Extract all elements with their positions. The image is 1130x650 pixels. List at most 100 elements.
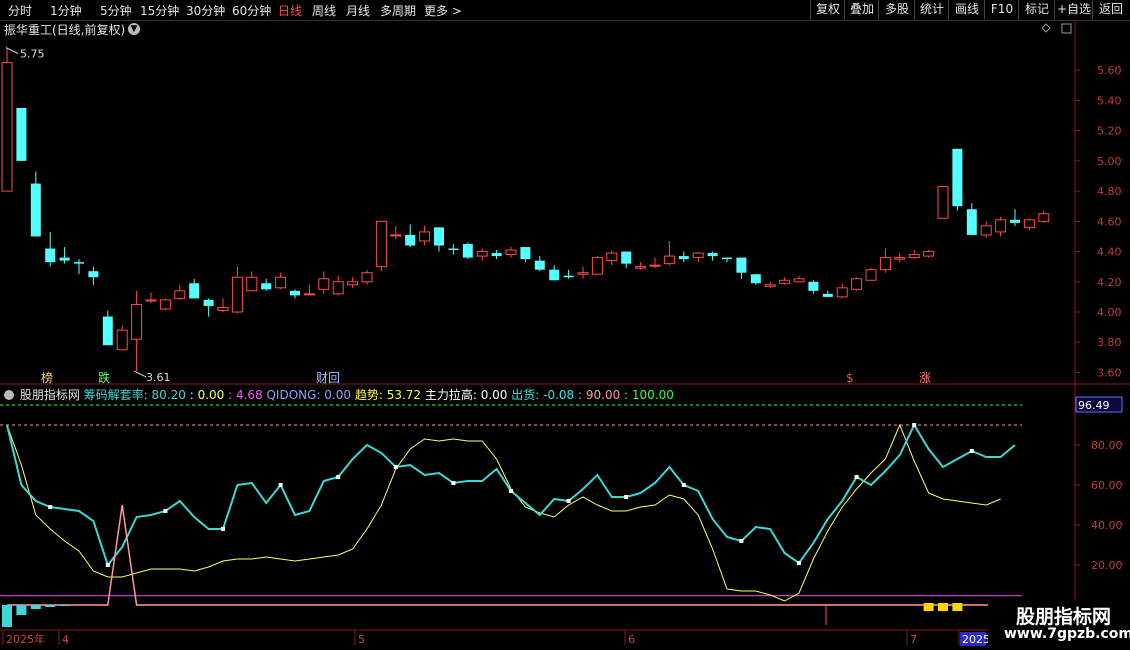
candle-body xyxy=(45,248,56,263)
event-marker: 榜 xyxy=(41,370,53,385)
legend-item: 筹码解套率: 80.20 xyxy=(83,388,186,402)
candle-body xyxy=(290,290,300,296)
tab-5min[interactable]: 5分钟 xyxy=(100,2,132,19)
event-marker: 跌 xyxy=(98,370,110,385)
back-button[interactable]: 返回 xyxy=(1092,0,1129,19)
candle-body xyxy=(74,262,84,264)
candle-body xyxy=(491,253,502,257)
chevron-down-icon[interactable]: ▼ xyxy=(128,23,140,35)
candle-body xyxy=(476,251,488,257)
stats-button[interactable]: 统计 xyxy=(914,0,949,19)
candle-body xyxy=(375,220,387,268)
unlock-rate-point xyxy=(451,481,456,485)
price-axis-label: 4.60 xyxy=(1097,215,1122,228)
candle-body xyxy=(966,209,977,235)
candle-body xyxy=(563,275,574,278)
unlock-rate-point xyxy=(509,489,513,493)
indicator-axis-label: 20.00 xyxy=(1091,559,1123,572)
overlay-button[interactable]: 叠加 xyxy=(844,0,879,19)
candle-body xyxy=(102,316,113,346)
unlock-rate-point xyxy=(48,505,53,509)
candle-body xyxy=(692,252,704,259)
unlock-rate-point xyxy=(566,499,571,503)
tab-weekly[interactable]: 周线 xyxy=(312,2,336,19)
mark-button[interactable]: 标记 xyxy=(1018,0,1055,19)
price-axis-label: 5.60 xyxy=(1097,64,1122,77)
candle-body xyxy=(520,247,531,260)
multi-stock-button[interactable]: 多股 xyxy=(878,0,915,19)
event-marker: $ xyxy=(846,371,854,385)
candle-body xyxy=(606,252,618,262)
tab-1min[interactable]: 1分钟 xyxy=(50,2,82,19)
candle-body xyxy=(793,278,805,283)
tab-monthly[interactable]: 月线 xyxy=(346,2,370,19)
kline-chart[interactable]: 5.60 5.40 5.20 5.00 4.80 4.60 4.40 4.20 4.00 3.80… xyxy=(0,0,1130,650)
watermark-url: www.7gpzb.com xyxy=(1004,626,1130,642)
candle-body xyxy=(318,278,330,290)
event-marker: 财回 xyxy=(316,371,340,385)
draw-line-button[interactable]: 画线 xyxy=(948,0,985,19)
window-toggle-icon[interactable] xyxy=(1061,23,1072,34)
chevron-down-icon[interactable] xyxy=(4,390,14,400)
indicator-name: 股朋指标网 xyxy=(19,388,80,402)
candle-body xyxy=(621,251,632,264)
watermark-title: 股朋指标网 xyxy=(1016,606,1112,628)
candle-body xyxy=(952,148,963,207)
candle-body xyxy=(663,255,675,265)
unlock-rate-point xyxy=(739,539,744,543)
add-favorite-button[interactable]: +自选 xyxy=(1054,0,1093,19)
unlock-rate-line xyxy=(6,422,1016,568)
unlock-rate-point xyxy=(854,475,859,479)
yellow-bar xyxy=(952,603,963,611)
outflow-bar xyxy=(45,605,56,607)
outflow-bar xyxy=(2,605,12,627)
candle-body xyxy=(937,186,949,219)
period-toolbar: 分时 1分钟 5分钟 15分钟 30分钟 60分钟 日线 周线 月线 多周期 更… xyxy=(0,0,1130,21)
candle-body xyxy=(894,257,906,260)
price-axis-label: 5.40 xyxy=(1097,94,1122,107)
price-axis-label: 5.20 xyxy=(1097,125,1122,138)
unlock-rate-point xyxy=(797,561,801,565)
outflow-bar xyxy=(30,605,41,609)
candle-body xyxy=(159,299,171,310)
candle-body xyxy=(707,253,718,257)
indicator-axis-label: 80.00 xyxy=(1091,439,1123,452)
candle-body xyxy=(261,283,272,290)
indicator-legend: 股朋指标网 筹码解套率: 80.20 : 0.00 : 4.68 QIDONG:… xyxy=(0,386,674,402)
candle-body xyxy=(822,293,833,297)
legend-item: QIDONG: 0.00 xyxy=(262,388,352,402)
tab-30min[interactable]: 30分钟 xyxy=(186,2,225,19)
candle-body xyxy=(88,271,99,278)
candle-body xyxy=(303,293,315,296)
candle-body xyxy=(980,225,992,236)
f10-button[interactable]: F10 xyxy=(984,0,1019,19)
low-price-label: 3.61 xyxy=(146,371,171,384)
candle-body xyxy=(275,276,287,289)
tab-fenshi[interactable]: 分时 xyxy=(8,2,32,19)
candle-body xyxy=(879,257,891,271)
diamond-icon[interactable] xyxy=(1041,23,1051,33)
yellow-bar xyxy=(938,603,948,611)
candle-body xyxy=(534,260,545,270)
unlock-rate-point xyxy=(278,483,283,487)
candle-body xyxy=(779,279,791,284)
price-axis-label: 3.80 xyxy=(1097,336,1122,349)
tab-60min[interactable]: 60分钟 xyxy=(232,2,271,19)
fuquan-button[interactable]: 复权 xyxy=(810,0,845,19)
tab-daily[interactable]: 日线 xyxy=(278,2,302,19)
candle-body xyxy=(1023,219,1035,228)
candle-body xyxy=(577,272,589,275)
high-pointer xyxy=(5,47,19,55)
tab-15min[interactable]: 15分钟 xyxy=(140,2,179,19)
high-price-label: 5.75 xyxy=(20,48,45,61)
date-axis-label: 6 xyxy=(628,633,635,646)
candle-body xyxy=(361,272,373,283)
candle-body xyxy=(836,287,848,298)
tab-multi-period[interactable]: 多周期 xyxy=(380,2,416,19)
candle-body xyxy=(750,274,761,284)
unlock-rate-point xyxy=(336,475,341,479)
tab-more[interactable]: 更多 > xyxy=(424,2,462,19)
current-value-box xyxy=(1075,396,1123,413)
main-force-line xyxy=(7,504,1001,606)
price-axis-label: 4.00 xyxy=(1097,306,1122,319)
